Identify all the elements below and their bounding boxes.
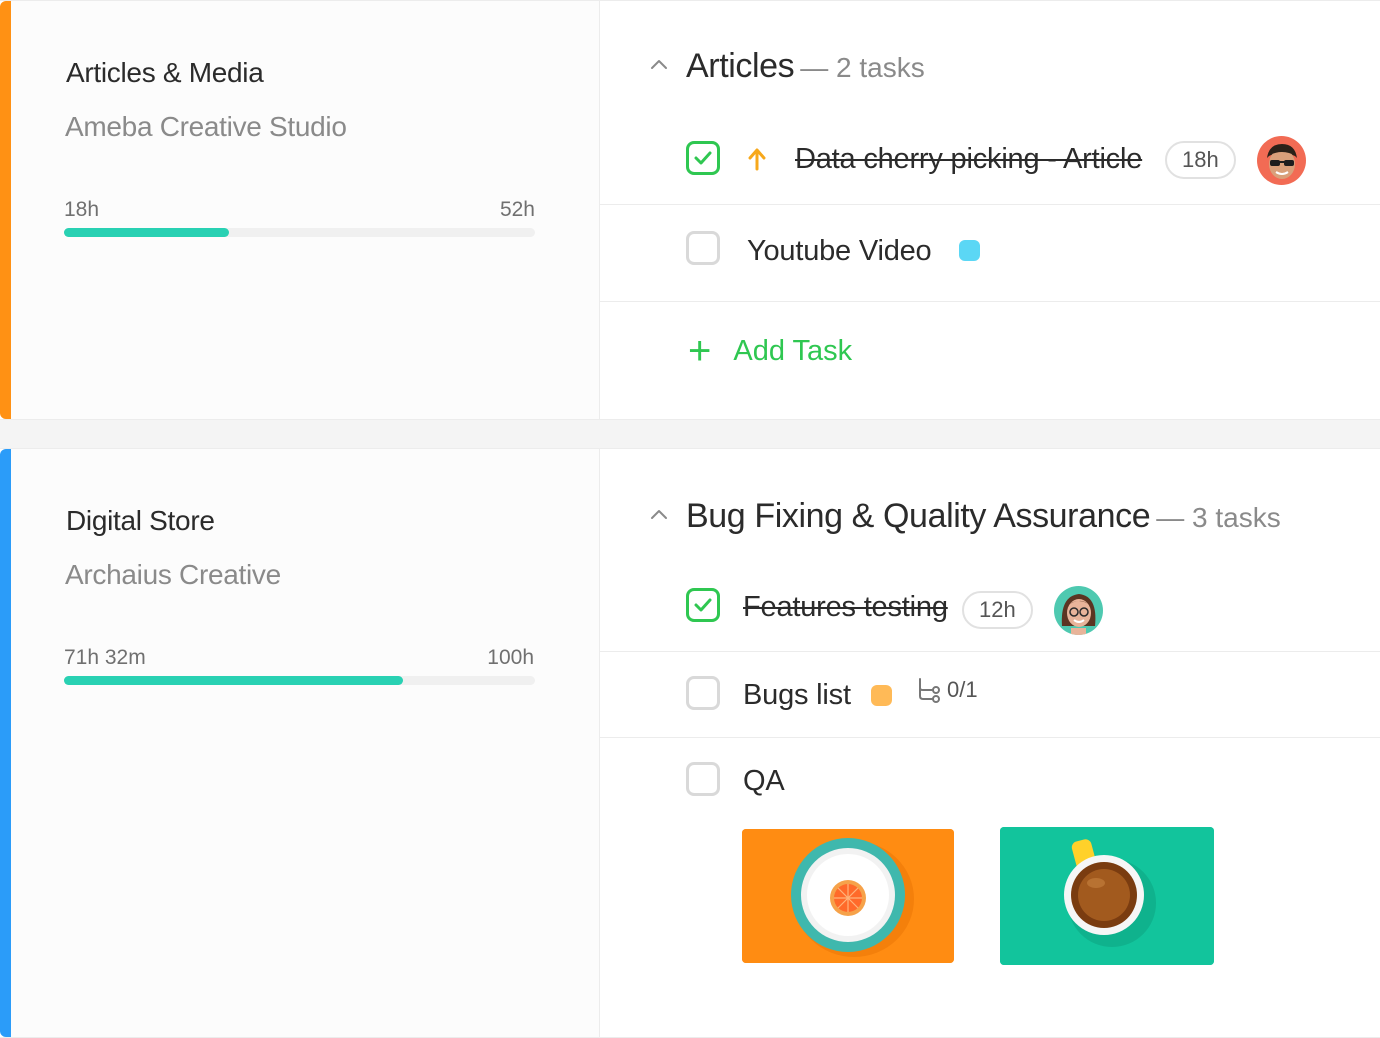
task-row[interactable]: QA [600, 738, 1380, 988]
project-accent-bar [0, 1, 11, 419]
subtasks-count: 0/1 [947, 677, 978, 702]
task-checkbox[interactable] [686, 141, 720, 175]
tag-color-dot [871, 685, 892, 706]
task-row[interactable]: Features testing 12h [600, 564, 1380, 652]
check-icon [694, 598, 712, 612]
up-arrow-icon [748, 148, 766, 171]
chevron-up-icon[interactable] [650, 55, 668, 73]
task-group-name: Bug Fixing & Quality Assurance [686, 497, 1151, 535]
estimate-badge: 12h [962, 591, 1033, 629]
task-name[interactable]: Youtube Video [747, 235, 932, 268]
progress-bar-fill [64, 676, 404, 685]
avatar-woman-glasses-icon [1054, 586, 1103, 635]
task-name[interactable]: Data cherry picking - Article [795, 143, 1142, 176]
task-panel: Bug Fixing & Quality Assurance — 3 tasks… [600, 449, 1380, 1037]
time-total: 100h [487, 646, 534, 669]
plus-icon: + [688, 329, 712, 373]
project-title: Digital Store [66, 505, 215, 536]
project-client: Ameba Creative Studio [65, 111, 347, 142]
chevron-up-icon[interactable] [650, 505, 668, 523]
estimate-badge: 18h [1165, 141, 1236, 179]
progress-bar-fill [64, 228, 229, 237]
task-checkbox[interactable] [686, 588, 720, 622]
progress-bar [64, 676, 535, 685]
task-group-count: — 3 tasks [1156, 502, 1281, 533]
time-spent: 71h 32m [64, 646, 146, 669]
task-checkbox[interactable] [686, 231, 720, 265]
time-total: 52h [499, 198, 535, 221]
project-card-articles-media: Articles & Media Ameba Creative Studio 1… [0, 0, 1380, 420]
assignee-avatar[interactable] [1257, 136, 1306, 185]
task-group-header[interactable]: Bug Fixing & Quality Assurance — 3 tasks [650, 497, 1281, 536]
task-panel: Articles — 2 tasks Data cherry picking -… [600, 1, 1380, 419]
task-checkbox[interactable] [686, 762, 720, 796]
project-client: Archaius Creative [65, 559, 281, 590]
task-row[interactable]: Bugs list 0/1 [600, 652, 1380, 738]
attachment-thumbnail[interactable] [1000, 827, 1214, 965]
task-checkbox[interactable] [686, 676, 720, 710]
assignee-avatar[interactable] [1054, 586, 1103, 635]
check-icon [694, 151, 712, 165]
orange-plate-image [742, 829, 954, 963]
project-title: Articles & Media [66, 57, 264, 88]
project-summary[interactable]: Articles & Media Ameba Creative Studio 1… [11, 1, 600, 419]
task-name[interactable]: Features testing [743, 591, 948, 624]
project-accent-bar [0, 449, 11, 1037]
subtasks-icon [919, 678, 940, 703]
attachment-thumbnail[interactable] [742, 829, 954, 963]
task-group-header[interactable]: Articles — 2 tasks [650, 47, 925, 86]
avatar-man-sunglasses-icon [1257, 136, 1306, 185]
tea-cup-image [1000, 827, 1214, 965]
project-card-digital-store: Digital Store Archaius Creative 71h 32m … [0, 448, 1380, 1038]
task-group-name: Articles [686, 47, 795, 85]
project-summary[interactable]: Digital Store Archaius Creative 71h 32m … [11, 449, 600, 1037]
task-name[interactable]: Bugs list [743, 679, 851, 712]
time-spent: 18h [64, 198, 100, 221]
task-group-count: — 2 tasks [800, 52, 925, 83]
task-name[interactable]: QA [743, 765, 785, 798]
tag-color-dot [959, 240, 980, 261]
add-task-button[interactable]: + Add Task [688, 331, 852, 371]
add-task-label: Add Task [733, 334, 853, 367]
task-row[interactable]: Data cherry picking - Article 18h [600, 116, 1380, 205]
progress-bar [64, 228, 535, 237]
subtasks-counter[interactable]: 0/1 [915, 676, 978, 704]
task-row[interactable]: Youtube Video [600, 205, 1380, 302]
